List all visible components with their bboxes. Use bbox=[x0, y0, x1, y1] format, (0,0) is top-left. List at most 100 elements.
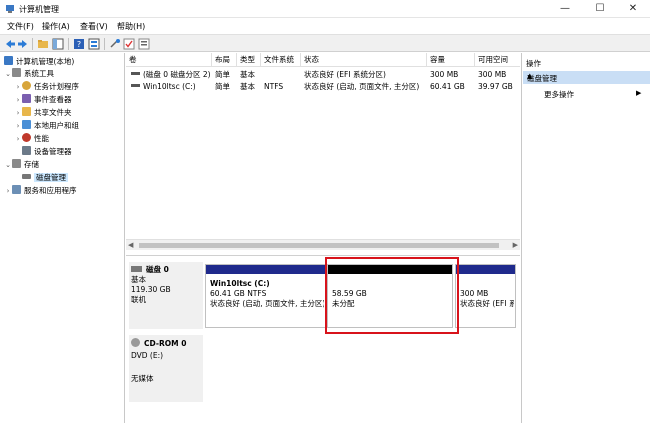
tree-item-shared-folders[interactable]: › 共享文件夹 bbox=[14, 107, 72, 119]
up-folder-icon[interactable] bbox=[37, 38, 49, 50]
col-type[interactable]: 类型 bbox=[237, 53, 261, 67]
volume-free-space: 39.97 GB bbox=[478, 82, 513, 91]
partition-c-name: Win10ltsc (C:) bbox=[210, 279, 270, 288]
tree-item-storage[interactable]: ⌄ 存储 bbox=[4, 159, 39, 171]
volume-filesystem bbox=[261, 69, 301, 81]
tree-item-device-manager[interactable]: 设备管理器 bbox=[22, 146, 72, 158]
tree-item-local-users[interactable]: › 本地用户和组 bbox=[14, 120, 79, 132]
disk0-label[interactable]: 磁盘 0 基本 119.30 GB 联机 bbox=[131, 265, 201, 305]
col-status[interactable]: 状态 bbox=[301, 53, 427, 67]
services-icon bbox=[12, 185, 21, 194]
properties-icon[interactable] bbox=[88, 38, 100, 50]
toolbar-separator bbox=[32, 38, 33, 50]
cdrom-label[interactable]: CD-ROM 0 DVD (E:) 无媒体 bbox=[131, 338, 201, 384]
scrollbar-thumb[interactable] bbox=[139, 243, 499, 248]
menu-action[interactable]: 操作(A) bbox=[42, 21, 70, 32]
forward-icon[interactable] bbox=[17, 38, 29, 50]
volume-list-header: 卷 布局 类型 文件系统 状态 容量 可用空间 bbox=[126, 53, 520, 67]
chevron-down-icon[interactable]: ⌄ bbox=[4, 159, 12, 171]
computer-management-icon bbox=[6, 5, 14, 13]
toolbar: ? bbox=[0, 34, 650, 52]
volume-filesystem: NTFS bbox=[264, 82, 284, 91]
more-actions-item[interactable]: 更多操作 bbox=[544, 89, 574, 100]
chevron-right-icon[interactable]: › bbox=[14, 94, 22, 106]
list-view-icon[interactable] bbox=[138, 38, 150, 50]
chevron-right-icon[interactable]: ▶ bbox=[636, 89, 641, 97]
disk0-name: 磁盘 0 bbox=[146, 265, 169, 274]
volume-free-space: 300 MB bbox=[478, 70, 507, 79]
tree-item-services-apps[interactable]: › 服务和应用程序 bbox=[4, 185, 77, 197]
scroll-right-icon[interactable]: ▶ bbox=[513, 240, 518, 251]
console-tree: 计算机管理(本地) ⌄ 系统工具 › 任务计划程序 › 事件查看器 › 共享文件夹 › 本… bbox=[0, 53, 125, 423]
cdrom-media: 无媒体 bbox=[131, 374, 154, 383]
chevron-right-icon[interactable]: › bbox=[14, 81, 22, 93]
tree-item-performance[interactable]: › 性能 bbox=[14, 133, 49, 145]
tree-item-event-viewer[interactable]: › 事件查看器 bbox=[14, 94, 72, 106]
col-layout[interactable]: 布局 bbox=[212, 53, 237, 67]
close-button[interactable]: ✕ bbox=[616, 0, 650, 18]
volume-icon bbox=[131, 72, 140, 75]
toolbar-separator bbox=[68, 38, 69, 50]
disk0-type: 基本 bbox=[131, 275, 146, 284]
chevron-right-icon[interactable]: › bbox=[14, 133, 22, 145]
menu-help[interactable]: 帮助(H) bbox=[117, 21, 145, 32]
volume-type: 基本 bbox=[240, 70, 255, 79]
storage-icon bbox=[12, 159, 21, 168]
actions-panel: 操作 磁盘管理 ▲ 更多操作 ▶ bbox=[521, 53, 650, 423]
show-hide-tree-icon[interactable] bbox=[52, 38, 64, 50]
cdrom-name: CD-ROM 0 bbox=[144, 339, 187, 348]
col-free-space[interactable]: 可用空间 bbox=[475, 53, 520, 67]
clock-icon bbox=[22, 81, 31, 90]
menu-bar: 文件(F) 操作(A) 查看(V) 帮助(H) bbox=[0, 18, 650, 34]
users-icon bbox=[22, 120, 31, 129]
collapse-up-icon[interactable]: ▲ bbox=[527, 72, 646, 80]
disk-management-icon bbox=[22, 174, 31, 179]
actions-title: 操作 bbox=[526, 59, 541, 68]
toolbar-separator bbox=[104, 38, 105, 50]
menu-file[interactable]: 文件(F) bbox=[7, 21, 34, 32]
col-filesystem[interactable]: 文件系统 bbox=[261, 53, 301, 67]
chevron-right-icon[interactable]: › bbox=[14, 120, 22, 132]
col-volume[interactable]: 卷 bbox=[126, 53, 212, 67]
connect-icon[interactable] bbox=[109, 38, 121, 50]
scroll-left-icon[interactable]: ◀ bbox=[128, 240, 133, 251]
menu-view[interactable]: 查看(V) bbox=[80, 21, 108, 32]
partition-bar bbox=[456, 265, 515, 274]
computer-management-icon bbox=[4, 56, 13, 65]
disk0-size: 119.30 GB bbox=[131, 285, 171, 294]
device-manager-icon bbox=[22, 146, 31, 155]
tree-item-task-scheduler[interactable]: › 任务计划程序 bbox=[14, 81, 79, 93]
volume-layout: 简单 bbox=[215, 82, 230, 91]
back-icon[interactable] bbox=[4, 38, 16, 50]
shared-folder-icon bbox=[22, 107, 31, 116]
disk-icon bbox=[131, 266, 142, 272]
chevron-right-icon[interactable]: › bbox=[4, 185, 12, 197]
volume-capacity: 60.41 GB bbox=[430, 82, 465, 91]
volume-layout: 简单 bbox=[215, 70, 230, 79]
disk0-status: 联机 bbox=[131, 295, 146, 304]
help-icon[interactable]: ? bbox=[73, 38, 85, 50]
table-row[interactable]: Win10ltsc (C:) 简单 基本 NTFS 状态良好 (启动, 页面文件… bbox=[126, 81, 520, 93]
actions-section-disk-management[interactable]: 磁盘管理 ▲ bbox=[523, 71, 650, 84]
volume-name: (磁盘 0 磁盘分区 2) bbox=[143, 70, 211, 79]
partition-c[interactable]: Win10ltsc (C:) 60.41 GB NTFS 状态良好 (启动, 页… bbox=[205, 264, 327, 328]
volume-name: Win10ltsc (C:) bbox=[143, 82, 196, 91]
check-icon[interactable] bbox=[123, 38, 135, 50]
table-row[interactable]: (磁盘 0 磁盘分区 2) 简单 基本 状态良好 (EFI 系统分区) 300 … bbox=[126, 69, 520, 81]
volume-capacity: 300 MB bbox=[430, 70, 459, 79]
partition-bar bbox=[206, 265, 326, 274]
partition-efi[interactable]: 300 MB 状态良好 (EFI 系统分区) bbox=[455, 264, 516, 328]
cdrom-drive: DVD (E:) bbox=[131, 351, 164, 360]
volume-icon bbox=[131, 84, 140, 87]
minimize-button[interactable]: — bbox=[548, 0, 582, 18]
tree-item-root[interactable]: 计算机管理(本地) bbox=[4, 56, 74, 68]
col-capacity[interactable]: 容量 bbox=[427, 53, 475, 67]
volume-status: 状态良好 (EFI 系统分区) bbox=[304, 70, 386, 79]
tools-icon bbox=[12, 68, 21, 77]
tree-item-disk-management[interactable]: 磁盘管理 bbox=[22, 172, 68, 184]
chevron-right-icon[interactable]: › bbox=[14, 107, 22, 119]
tree-item-system-tools[interactable]: ⌄ 系统工具 bbox=[4, 68, 54, 80]
maximize-button[interactable]: ☐ bbox=[583, 0, 617, 18]
horizontal-scrollbar[interactable]: ◀ ▶ bbox=[126, 239, 520, 250]
chevron-down-icon[interactable]: ⌄ bbox=[4, 68, 12, 80]
